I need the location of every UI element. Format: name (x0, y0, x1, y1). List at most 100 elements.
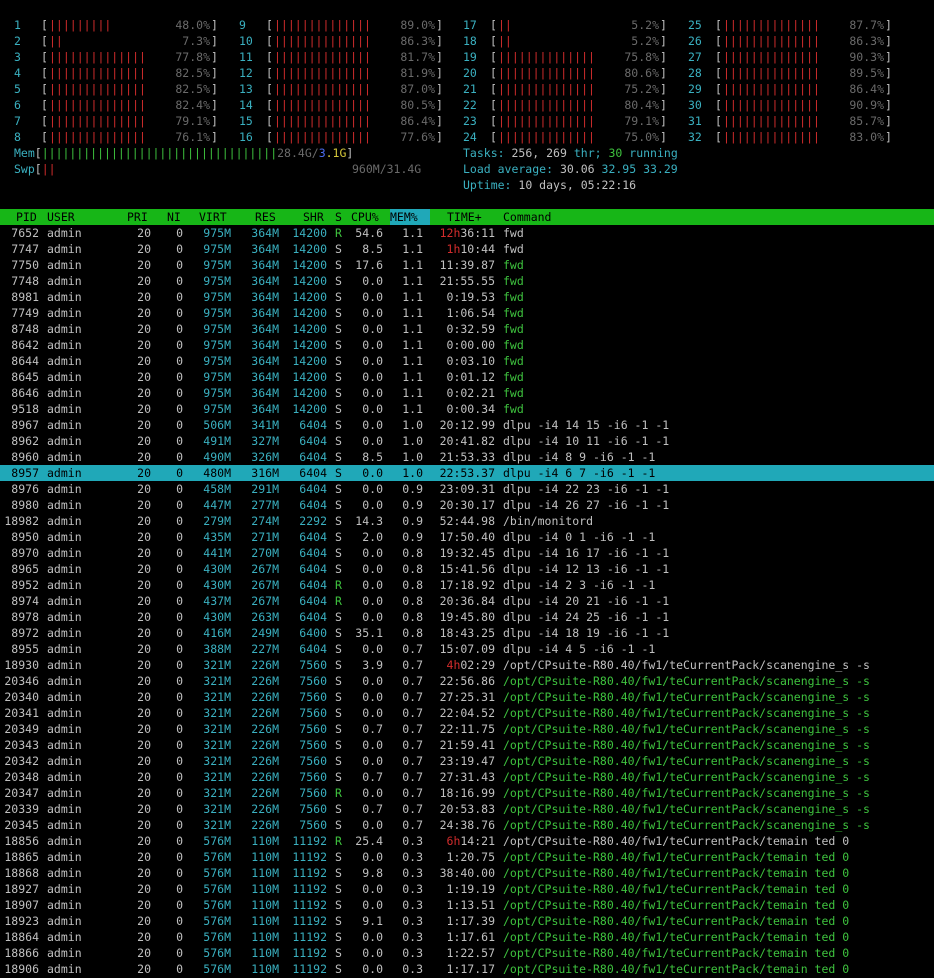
pid: 8960 (11, 450, 39, 464)
table-row[interactable]: 8962 admin 20 0 491M 327M 6404 S 0.0 1.0 20:41.82 d… (0, 433, 934, 449)
table-row[interactable]: 8974 admin 20 0 437M 267M 6404 R 0.0 0.8 20:36.84 d… (0, 593, 934, 609)
cpu-percent: 75.2% (624, 82, 659, 96)
cpu-time: 18:16.99 (439, 786, 495, 800)
res: 249M (251, 626, 279, 640)
col-mem-sorted[interactable]: MEM% (390, 209, 430, 225)
cpu-time: 38:40.00 (439, 866, 495, 880)
cpu-time: 52:44.98 (439, 514, 495, 528)
state: S (335, 466, 342, 480)
res: 326M (251, 450, 279, 464)
table-row[interactable]: 8952 admin 20 0 430M 267M 6404 R 0.0 0.8 17:18.92 d… (0, 577, 934, 593)
table-row[interactable]: 18866 admin 20 0 576M 110M 11192 S 0.0 0.3 1:22.57… (0, 945, 934, 961)
pid: 18865 (4, 850, 39, 864)
table-row[interactable]: 8950 admin 20 0 435M 271M 6404 S 2.0 0.9 17:50.40 d… (0, 529, 934, 545)
table-row[interactable]: 8970 admin 20 0 441M 270M 6404 S 0.0 0.8 19:32.45 d… (0, 545, 934, 561)
table-row[interactable]: 18906 admin 20 0 576M 110M 11192 S 0.0 0.3 1:17.17… (0, 961, 934, 977)
table-row[interactable]: 18868 admin 20 0 576M 110M 11192 S 9.8 0.3 38:40.0… (0, 865, 934, 881)
table-row[interactable]: 8645 admin 20 0 975M 364M 14200 S 0.0 1.1 0:01.12 f… (0, 369, 934, 385)
cpu-time: 23:19.47 (439, 754, 495, 768)
table-row[interactable]: 8646 admin 20 0 975M 364M 14200 S 0.0 1.1 0:02.21 f… (0, 385, 934, 401)
user: admin (47, 418, 82, 432)
res: 110M (251, 882, 279, 896)
user: admin (47, 466, 82, 480)
cpu-meter-30: 30[|||||||||||||| 90.9%] (688, 98, 892, 112)
table-row[interactable]: 18907 admin 20 0 576M 110M 11192 S 0.0 0.3 1:13.51… (0, 897, 934, 913)
table-row[interactable]: 18864 admin 20 0 576M 110M 11192 S 0.0 0.3 1:17.61… (0, 929, 934, 945)
cpu-bar: |||||||||||||| (49, 98, 146, 112)
col-ni[interactable]: NI (167, 209, 181, 225)
table-row[interactable]: 8955 admin 20 0 388M 227M 6404 S 0.0 0.7 15:07.09 d… (0, 641, 934, 657)
table-row[interactable]: 8965 admin 20 0 430M 267M 6404 S 0.0 0.8 15:41.56 d… (0, 561, 934, 577)
table-row[interactable]: 20345 admin 20 0 321M 226M 7560 S 0.0 0.7 24:38.76… (0, 817, 934, 833)
table-row[interactable]: 9518 admin 20 0 975M 364M 14200 S 0.0 1.1 0:00.34 f… (0, 401, 934, 417)
pid: 8957 (11, 466, 39, 480)
table-row[interactable]: 8748 admin 20 0 975M 364M 14200 S 0.0 1.1 0:32.59 f… (0, 321, 934, 337)
priority: 20 (137, 690, 151, 704)
table-row[interactable]: 18923 admin 20 0 576M 110M 11192 S 9.1 0.3 1:17.39… (0, 913, 934, 929)
user: admin (47, 962, 82, 976)
table-row[interactable]: 8978 admin 20 0 430M 263M 6404 S 0.0 0.8 19:45.80 d… (0, 609, 934, 625)
mem-pct: 1.0 (402, 434, 423, 448)
table-row[interactable]: 8967 admin 20 0 506M 341M 6404 S 0.0 1.0 20:12.99 d… (0, 417, 934, 433)
nice: 0 (176, 930, 183, 944)
pid: 20340 (4, 690, 39, 704)
col-user[interactable]: USER (47, 209, 75, 225)
table-row[interactable]: 7652 admin 20 0 975M 364M 14200 R 54.6 1.1 12h36:1… (0, 225, 934, 241)
col-pid[interactable]: PID (16, 209, 37, 225)
mem-pct: 1.1 (402, 386, 423, 400)
table-row[interactable]: 20342 admin 20 0 321M 226M 7560 S 0.0 0.7 23:19.47… (0, 753, 934, 769)
shr: 7560 (299, 754, 327, 768)
table-row[interactable]: 18856 admin 20 0 576M 110M 11192 R 25.4 0.3 6h14:2… (0, 833, 934, 849)
table-row[interactable]: 7747 admin 20 0 975M 364M 14200 S 8.5 1.1 1h10:44 f… (0, 241, 934, 257)
table-row[interactable]: 20346 admin 20 0 321M 226M 7560 S 0.0 0.7 22:56.86… (0, 673, 934, 689)
col-state[interactable]: S (335, 209, 342, 225)
table-row[interactable]: 20348 admin 20 0 321M 226M 7560 S 0.7 0.7 27:31.43… (0, 769, 934, 785)
shr: 7560 (299, 770, 327, 784)
table-row[interactable]: 8972 admin 20 0 416M 249M 6400 S 35.1 0.8 18:43.25… (0, 625, 934, 641)
table-row[interactable]: 8980 admin 20 0 447M 277M 6404 S 0.0 0.9 20:30.17 d… (0, 497, 934, 513)
cpu-meter-7: 7[|||||||||||||| 79.1%] (14, 114, 218, 128)
table-row[interactable]: 20347 admin 20 0 321M 226M 7560 R 0.0 0.7 18:16.99… (0, 785, 934, 801)
cpu-percent: 87.0% (400, 82, 435, 96)
cpu-time: 11:39.87 (439, 258, 495, 272)
table-row[interactable]: 20339 admin 20 0 321M 226M 7560 S 0.7 0.7 20:53.83… (0, 801, 934, 817)
table-row[interactable]: 8960 admin 20 0 490M 326M 6404 S 8.5 1.0 21:53.33 d… (0, 449, 934, 465)
table-row[interactable]: 20341 admin 20 0 321M 226M 7560 S 0.0 0.7 22:04.52… (0, 705, 934, 721)
table-row[interactable]: 8981 admin 20 0 975M 364M 14200 S 0.0 1.1 0:19.53 f… (0, 289, 934, 305)
command: /opt/CPsuite-R80.40/fw1/teCurrentPack/te… (503, 914, 850, 928)
pid: 20343 (4, 738, 39, 752)
table-row[interactable]: 7748 admin 20 0 975M 364M 14200 S 0.0 1.1 21:55.55… (0, 273, 934, 289)
col-res[interactable]: RES (255, 209, 276, 225)
cpu-bar: |||||||||||||| (498, 50, 595, 64)
virt: 975M (203, 322, 231, 336)
table-row[interactable]: 18930 admin 20 0 321M 226M 7560 S 3.9 0.7 4h02:29 /… (0, 657, 934, 673)
table-row[interactable]: 20340 admin 20 0 321M 226M 7560 S 0.0 0.7 27:25.31… (0, 689, 934, 705)
pid: 8955 (11, 642, 39, 656)
table-row[interactable]: 8976 admin 20 0 458M 291M 6404 S 0.0 0.9 23:09.31 d… (0, 481, 934, 497)
col-cpu[interactable]: CPU% (351, 209, 379, 225)
table-row[interactable]: 7750 admin 20 0 975M 364M 14200 S 17.6 1.1 11:39.8… (0, 257, 934, 273)
col-pri[interactable]: PRI (127, 209, 148, 225)
mem-pct: 0.8 (402, 546, 423, 560)
table-row[interactable]: 8644 admin 20 0 975M 364M 14200 S 0.0 1.1 0:03.10 f… (0, 353, 934, 369)
col-virt[interactable]: VIRT (199, 209, 227, 225)
table-row[interactable]: 18927 admin 20 0 576M 110M 11192 S 0.0 0.3 1:19.19… (0, 881, 934, 897)
col-shr[interactable]: SHR (303, 209, 324, 225)
cpu-id: 25 (688, 18, 702, 32)
command: /opt/CPsuite-R80.40/fw1/teCurrentPack/te… (503, 898, 850, 912)
table-row[interactable]: 18982 admin 20 0 279M 274M 2292 S 14.3 0.9 52:44.9… (0, 513, 934, 529)
shr: 6404 (299, 546, 327, 560)
col-command[interactable]: Command (503, 209, 551, 225)
table-row-selected[interactable]: 8957 admin 20 0 480M 316M 6404 S 0.0 1.0 22:53.37 d… (0, 465, 934, 481)
command: /opt/CPsuite-R80.40/fw1/teCurrentPack/sc… (503, 738, 870, 752)
table-row[interactable]: 7749 admin 20 0 975M 364M 14200 S 0.0 1.1 1:06.54 f… (0, 305, 934, 321)
cpu-pct: 0.0 (362, 338, 383, 352)
shr: 14200 (292, 258, 327, 272)
table-row[interactable]: 20343 admin 20 0 321M 226M 7560 S 0.0 0.7 21:59.41… (0, 737, 934, 753)
table-row[interactable]: 20349 admin 20 0 321M 226M 7560 S 0.7 0.7 22:11.75… (0, 721, 934, 737)
table-row[interactable]: 18865 admin 20 0 576M 110M 11192 S 0.0 0.3 1:20.75… (0, 849, 934, 865)
table-row[interactable]: 8642 admin 20 0 975M 364M 14200 S 0.0 1.1 0:00.00 f… (0, 337, 934, 353)
col-time[interactable]: TIME+ (447, 209, 482, 225)
priority: 20 (137, 770, 151, 784)
cpu-pct: 0.0 (362, 738, 383, 752)
